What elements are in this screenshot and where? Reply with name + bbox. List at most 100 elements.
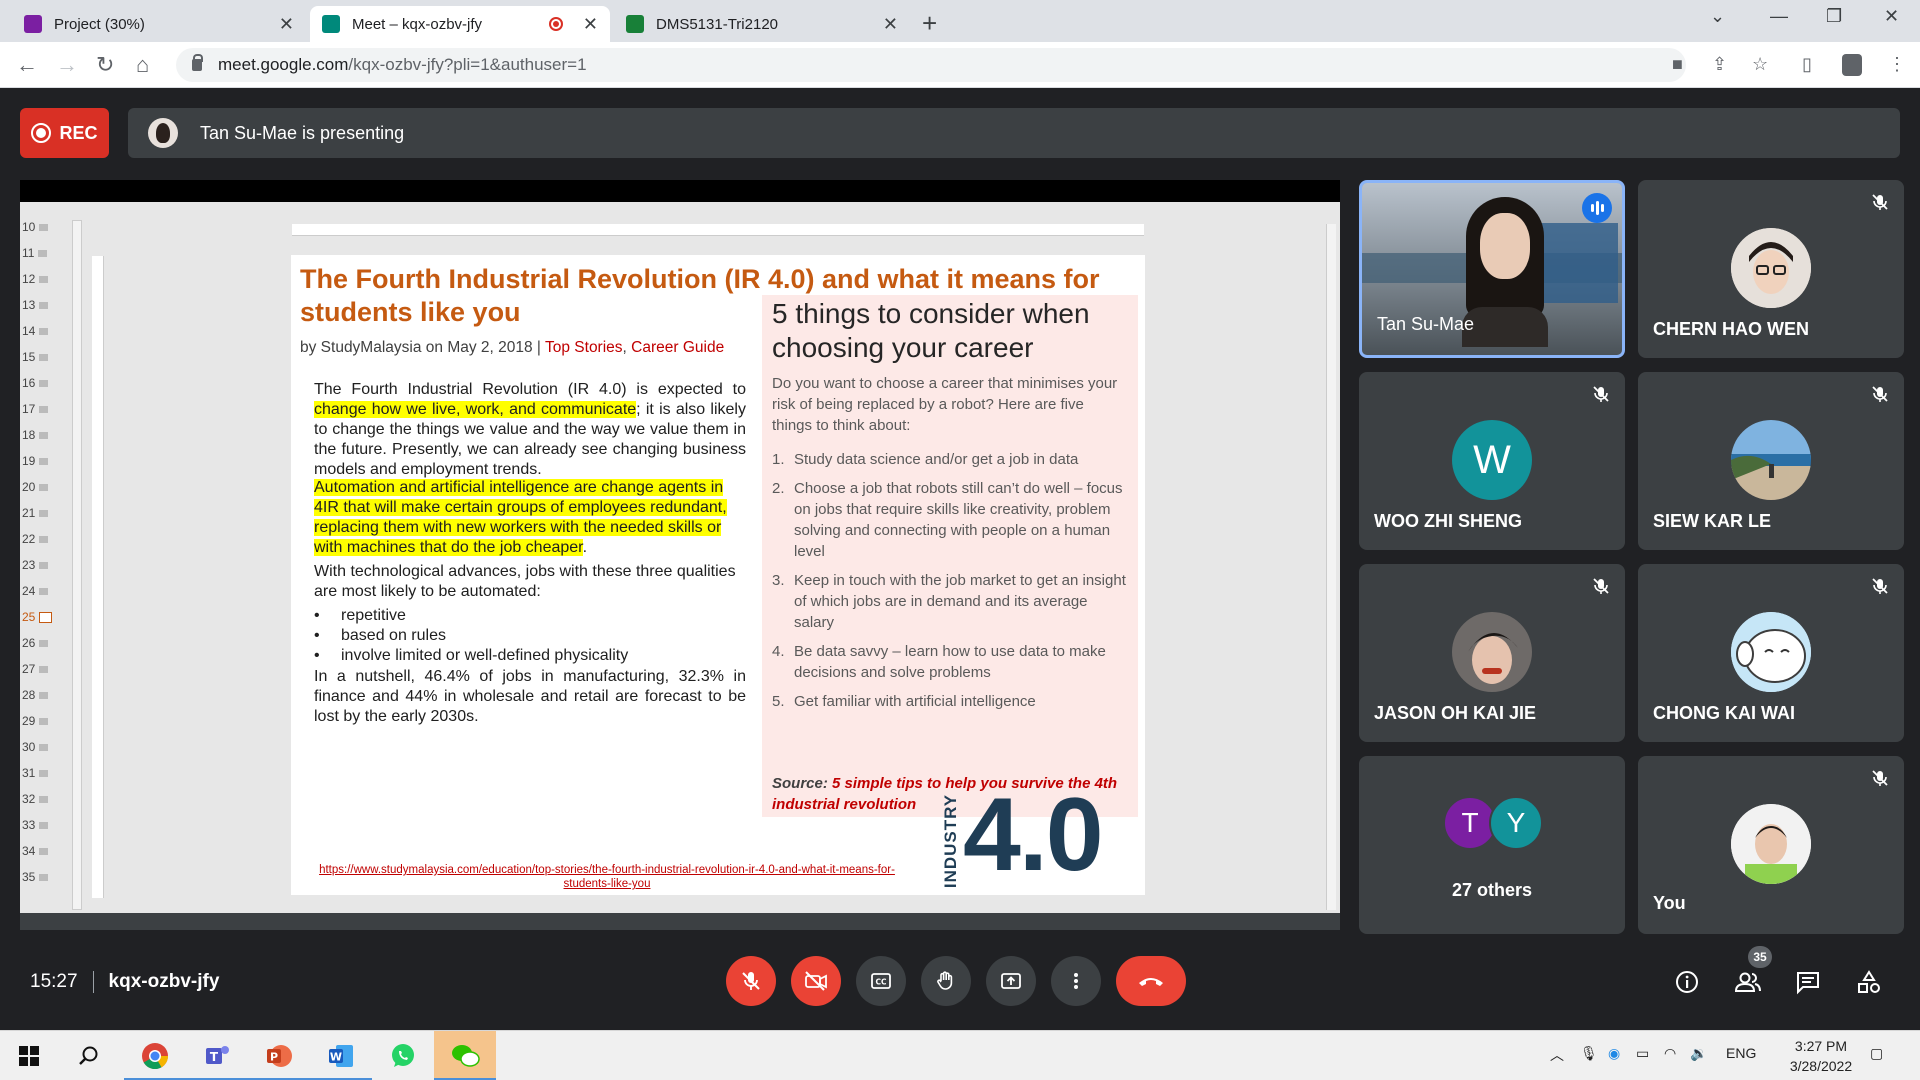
volume-icon[interactable]: 🔉 [1690,1045,1707,1062]
close-tab-icon[interactable]: ✕ [279,14,294,35]
slide-thumb-selected[interactable]: 25 [22,610,53,624]
edge-tray-icon[interactable]: ◉ [1608,1045,1620,1062]
taskbar-search-button[interactable] [60,1031,118,1080]
slide-thumb[interactable]: 26 [22,636,49,650]
participant-tile-others[interactable]: T Y 27 others [1359,756,1625,934]
show-hidden-icons-icon[interactable]: ︿ [1550,1045,1564,1065]
participant-tile-woo-zhi-sheng[interactable]: W WOO ZHI SHENG [1359,372,1625,550]
slide-thumb[interactable]: 30 [22,740,49,754]
bookmark-star-icon[interactable]: ☆ [1752,54,1768,75]
battery-icon[interactable]: ▭ [1636,1045,1649,1062]
people-button[interactable] [1734,968,1762,996]
taskbar-chrome[interactable] [124,1031,186,1080]
profile-avatar[interactable] [1842,54,1862,76]
slide-thumb[interactable]: 29 [22,714,49,728]
meeting-details-button[interactable] [1673,968,1701,996]
microphone-toggle-button[interactable] [726,956,776,1006]
raise-hand-button[interactable] [921,956,971,1006]
slide-thumb[interactable]: 19 [22,454,49,468]
start-button[interactable] [0,1031,58,1080]
slide-thumb[interactable]: 24 [22,584,49,598]
slide-thumb[interactable]: 33 [22,818,49,832]
restore-icon[interactable]: ❐ [1826,6,1842,27]
captions-button[interactable]: CC [856,956,906,1006]
byline-link-top-stories[interactable]: Top Stories [545,339,623,356]
paragraph-automation: Automation and artificial intelligence a… [314,478,746,558]
taskbar-word[interactable]: W [310,1031,372,1080]
thumb-icon [39,873,49,881]
participant-tile-jason-oh-kai-jie[interactable]: JASON OH KAI JIE [1359,564,1625,742]
slide-thumb[interactable]: 20 [22,480,49,494]
more-options-button[interactable] [1051,956,1101,1006]
tab-search-chevron-icon[interactable]: ⌄ [1710,6,1725,27]
slide-thumb[interactable]: 21 [22,506,49,520]
chat-button[interactable] [1794,968,1822,996]
slide-thumb[interactable]: 14 [22,324,49,338]
slide-scrollbar[interactable] [1326,224,1336,910]
slide-number: 27 [22,662,36,676]
camera-toggle-button[interactable] [791,956,841,1006]
wifi-icon[interactable]: ◠ [1664,1045,1676,1062]
slide-thumb[interactable]: 31 [22,766,49,780]
highlighted-text: change how we live, work, and communicat… [314,401,637,418]
minimize-icon[interactable]: — [1770,6,1788,27]
participant-tile-siew-kar-le[interactable]: SIEW KAR LE [1638,372,1904,550]
menu-dots-icon[interactable]: ⋮ [1888,54,1906,75]
slide-thumb[interactable]: 27 [22,662,49,676]
tab-project[interactable]: Project (30%) ✕ [12,6,306,42]
slide-canvas: The Fourth Industrial Revolution (IR 4.0… [291,255,1145,895]
slide-thumb[interactable]: 35 [22,870,49,884]
participant-tile-chern-hao-wen[interactable]: CHERN HAO WEN [1638,180,1904,358]
taskbar-whatsapp[interactable] [372,1031,434,1080]
leave-call-button[interactable] [1116,956,1186,1006]
slide-thumb[interactable]: 22 [22,532,49,546]
slide-source-url[interactable]: https://www.studymalaysia.com/education/… [301,863,913,891]
recording-button[interactable]: REC [20,108,109,158]
close-window-icon[interactable]: ✕ [1884,6,1899,27]
present-now-button[interactable] [986,956,1036,1006]
share-icon[interactable]: ⇪ [1712,54,1727,75]
close-tab-icon[interactable]: ✕ [583,14,598,35]
address-bar[interactable]: meet.google.com/kqx-ozbv-jfy?pli=1&authu… [176,48,1686,82]
byline-link-career-guide[interactable]: Career Guide [631,339,724,356]
new-tab-icon[interactable]: + [922,8,937,39]
slide-thumb[interactable]: 28 [22,688,49,702]
participant-tile-chong-kai-wai[interactable]: CHONG KAI WAI [1638,564,1904,742]
taskbar-powerpoint[interactable]: P [248,1031,310,1080]
tab-meet[interactable]: Meet – kqx-ozbv-jfy ✕ [310,6,610,42]
camera-icon[interactable]: ■ [1672,54,1683,75]
microphone-tray-icon[interactable]: 🎙 [1580,1045,1598,1062]
close-tab-icon[interactable]: ✕ [883,14,898,35]
slide-thumb[interactable]: 18 [22,428,49,442]
slide-thumb[interactable]: 23 [22,558,49,572]
tab-dms5131[interactable]: DMS5131-Tri2120 ✕ [614,6,910,42]
slide-thumb[interactable]: 11 [22,246,48,260]
slide-thumb[interactable]: 12 [22,272,49,286]
slide-thumb[interactable]: 34 [22,844,49,858]
slide-thumb[interactable]: 10 [22,220,49,234]
participant-tile-you[interactable]: You [1638,756,1904,934]
tip-text: Be data savvy – learn how to use data to… [794,643,1106,681]
participant-tile-tan-su-mae[interactable]: Tan Su-Mae [1359,180,1625,358]
forward-icon[interactable]: → [56,52,78,78]
home-icon[interactable]: ⌂ [136,52,149,78]
slide-thumb[interactable]: 13 [22,298,49,312]
slide-thumb[interactable]: 16 [22,376,49,390]
taskbar-wechat[interactable] [434,1031,496,1080]
rec-label: REC [59,122,98,143]
back-icon[interactable]: ← [16,52,38,78]
video-background-detail [1538,223,1618,303]
svg-text:P: P [270,1051,278,1064]
notifications-icon[interactable]: ▢ [1870,1045,1883,1062]
slide-thumb[interactable]: 32 [22,792,49,806]
taskbar-teams[interactable]: T [186,1031,248,1080]
reload-icon[interactable]: ↻ [96,52,114,78]
input-language[interactable]: ENG [1726,1045,1756,1061]
thumbnail-scrollbar[interactable] [72,220,82,910]
slide-thumb[interactable]: 17 [22,402,49,416]
activities-button[interactable] [1855,968,1883,996]
side-panel-icon[interactable]: ▯ [1802,54,1812,75]
taskbar-clock[interactable]: 3:27 PM 3/28/2022 [1776,1036,1866,1076]
slide-thumb[interactable]: 15 [22,350,49,364]
thumb-icon [39,795,49,803]
